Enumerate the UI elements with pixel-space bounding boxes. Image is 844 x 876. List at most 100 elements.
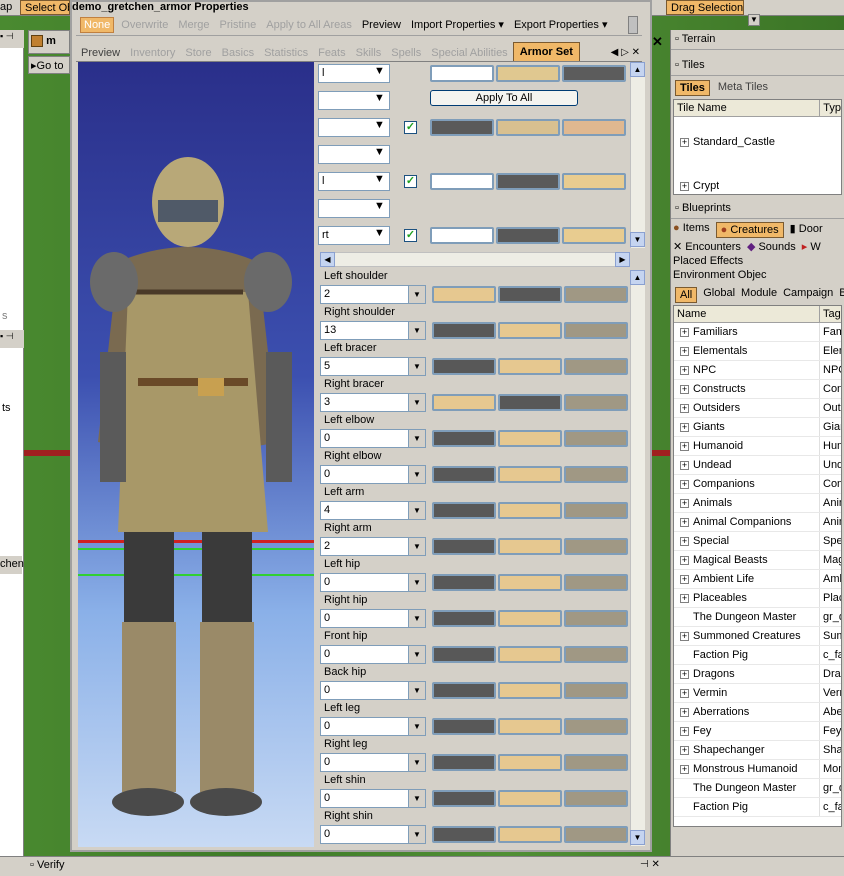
scroll-right-icon[interactable]: ▶	[615, 252, 630, 267]
color-swatch[interactable]	[430, 227, 494, 244]
tab-feats[interactable]: Feats	[313, 45, 351, 61]
color-swatch[interactable]	[430, 119, 494, 136]
list-item[interactable]: + Magical Beasts Magi	[674, 551, 841, 570]
list-item[interactable]: + Outsiders Outs	[674, 399, 841, 418]
color-swatch[interactable]	[498, 826, 562, 843]
list-item[interactable]: + Giants Giant	[674, 418, 841, 437]
apply-checkbox[interactable]: ✓	[404, 229, 417, 242]
expand-icon[interactable]: +	[680, 137, 689, 147]
color-swatch[interactable]	[432, 502, 496, 519]
expand-icon[interactable]: +	[680, 631, 689, 641]
color-swatch[interactable]	[562, 119, 626, 136]
tab-spells[interactable]: Spells	[386, 45, 426, 61]
color-swatch[interactable]	[562, 227, 626, 244]
left-tab[interactable]: m	[28, 30, 70, 54]
combo-arrow-icon[interactable]: ▼	[408, 466, 425, 483]
list-item[interactable]: + Placeables Place	[674, 589, 841, 608]
tab-doors[interactable]: ▮ Door	[790, 222, 823, 238]
terrain-header[interactable]: ▫ Terrain	[671, 30, 844, 50]
color-swatch[interactable]	[498, 322, 562, 339]
expand-icon[interactable]: +	[680, 574, 689, 584]
combo-arrow-icon[interactable]: ▼	[408, 322, 425, 339]
tile-row[interactable]: + Crypt	[674, 180, 719, 194]
color-swatch[interactable]	[432, 610, 496, 627]
list-item[interactable]: + Shapechanger Shap	[674, 741, 841, 760]
color-swatch[interactable]	[498, 646, 562, 663]
list-item[interactable]: + Elementals Elem	[674, 342, 841, 361]
combo-arrow-icon[interactable]: ▼	[408, 502, 425, 519]
color-swatch[interactable]	[564, 574, 628, 591]
combo-arrow-icon[interactable]: ▼	[408, 790, 425, 807]
color-swatch[interactable]	[562, 173, 626, 190]
apply-checkbox[interactable]: ✓	[404, 175, 417, 188]
pin-icon[interactable]: ⊣ ✕	[640, 859, 660, 870]
color-swatch[interactable]	[432, 826, 496, 843]
expand-icon[interactable]: +	[680, 346, 689, 356]
scroll-down-icon[interactable]: ▼	[630, 830, 645, 845]
combo-arrow-icon[interactable]: ▼	[408, 718, 425, 735]
color-swatch[interactable]	[432, 754, 496, 771]
combo-arrow-icon[interactable]: ▼	[408, 358, 425, 375]
export-properties-button[interactable]: Export Properties ▾	[511, 17, 611, 32]
tab-statistics[interactable]: Statistics	[259, 45, 313, 61]
color-swatch[interactable]	[496, 119, 560, 136]
expand-icon[interactable]: +	[680, 688, 689, 698]
color-swatch[interactable]	[496, 65, 560, 82]
expand-icon[interactable]: +	[680, 498, 689, 508]
color-swatch[interactable]	[432, 718, 496, 735]
color-swatch[interactable]	[498, 502, 562, 519]
color-swatch[interactable]	[564, 538, 628, 555]
tab-creatures[interactable]: ● Creatures	[715, 222, 784, 238]
expand-icon[interactable]: +	[680, 327, 689, 337]
combo-arrow-icon[interactable]: ▼	[408, 610, 425, 627]
tab-sounds[interactable]: ◆ Sounds	[747, 240, 796, 253]
expand-icon[interactable]: +	[680, 726, 689, 736]
tab-skills[interactable]: Skills	[351, 45, 387, 61]
list-item[interactable]: + Familiars Fami	[674, 323, 841, 342]
tab-basics[interactable]: Basics	[217, 45, 259, 61]
combo-arrow-icon[interactable]: ▼	[374, 200, 390, 217]
tab-store[interactable]: Store	[180, 45, 216, 61]
color-swatch[interactable]	[432, 286, 496, 303]
color-swatch[interactable]	[564, 502, 628, 519]
color-swatch[interactable]	[498, 538, 562, 555]
pristine-button[interactable]: Pristine	[217, 18, 260, 32]
list-item[interactable]: + Dragons Drag	[674, 665, 841, 684]
col-name[interactable]: Name	[674, 306, 820, 322]
combo-arrow-icon[interactable]: ▼	[408, 646, 425, 663]
scroll-left-icon[interactable]: ◀	[320, 252, 335, 267]
toolbar-overflow[interactable]	[628, 16, 638, 34]
color-swatch[interactable]	[564, 286, 628, 303]
tab-campaign[interactable]: Campaign	[783, 287, 833, 303]
combo-arrow-icon[interactable]: ▼	[374, 227, 390, 244]
list-item[interactable]: + Ambient Life Amb	[674, 570, 841, 589]
list-item[interactable]: The Dungeon Master gr_d	[674, 779, 841, 798]
apply-checkbox[interactable]: ✓	[404, 121, 417, 134]
tab-module[interactable]: Module	[741, 287, 777, 303]
expand-icon[interactable]: +	[680, 593, 689, 603]
tab-all[interactable]: All	[675, 287, 698, 303]
color-swatch[interactable]	[430, 65, 494, 82]
tab-placed-effects[interactable]: Placed Effects	[673, 255, 743, 267]
color-swatch[interactable]	[564, 466, 628, 483]
color-swatch[interactable]	[496, 227, 560, 244]
list-item[interactable]: The Dungeon Master gr_d	[674, 608, 841, 627]
scroll-down-icon[interactable]: ▼	[630, 232, 645, 247]
color-swatch[interactable]	[498, 286, 562, 303]
color-swatch[interactable]	[432, 538, 496, 555]
expand-icon[interactable]: +	[680, 441, 689, 451]
scroll-up-icon[interactable]: ▲	[630, 62, 645, 77]
color-swatch[interactable]	[498, 358, 562, 375]
color-swatch[interactable]	[564, 790, 628, 807]
combo-arrow-icon[interactable]: ▼	[408, 286, 425, 303]
list-item[interactable]: + Animals Anim	[674, 494, 841, 513]
tab-scroll-arrows[interactable]: ◀ ▷ ✕	[609, 44, 642, 61]
tab-armor-set[interactable]: Armor Set	[512, 42, 580, 61]
combo-arrow-icon[interactable]: ▼	[408, 826, 425, 843]
apply-to-all-button[interactable]: Apply To All	[430, 90, 578, 106]
list-item[interactable]: + Monstrous Humanoid Mons	[674, 760, 841, 779]
combo-arrow-icon[interactable]: ▼	[408, 574, 425, 591]
tab-encounters[interactable]: ✕ Encounters	[673, 240, 741, 253]
color-swatch[interactable]	[432, 790, 496, 807]
expand-icon[interactable]: +	[680, 536, 689, 546]
